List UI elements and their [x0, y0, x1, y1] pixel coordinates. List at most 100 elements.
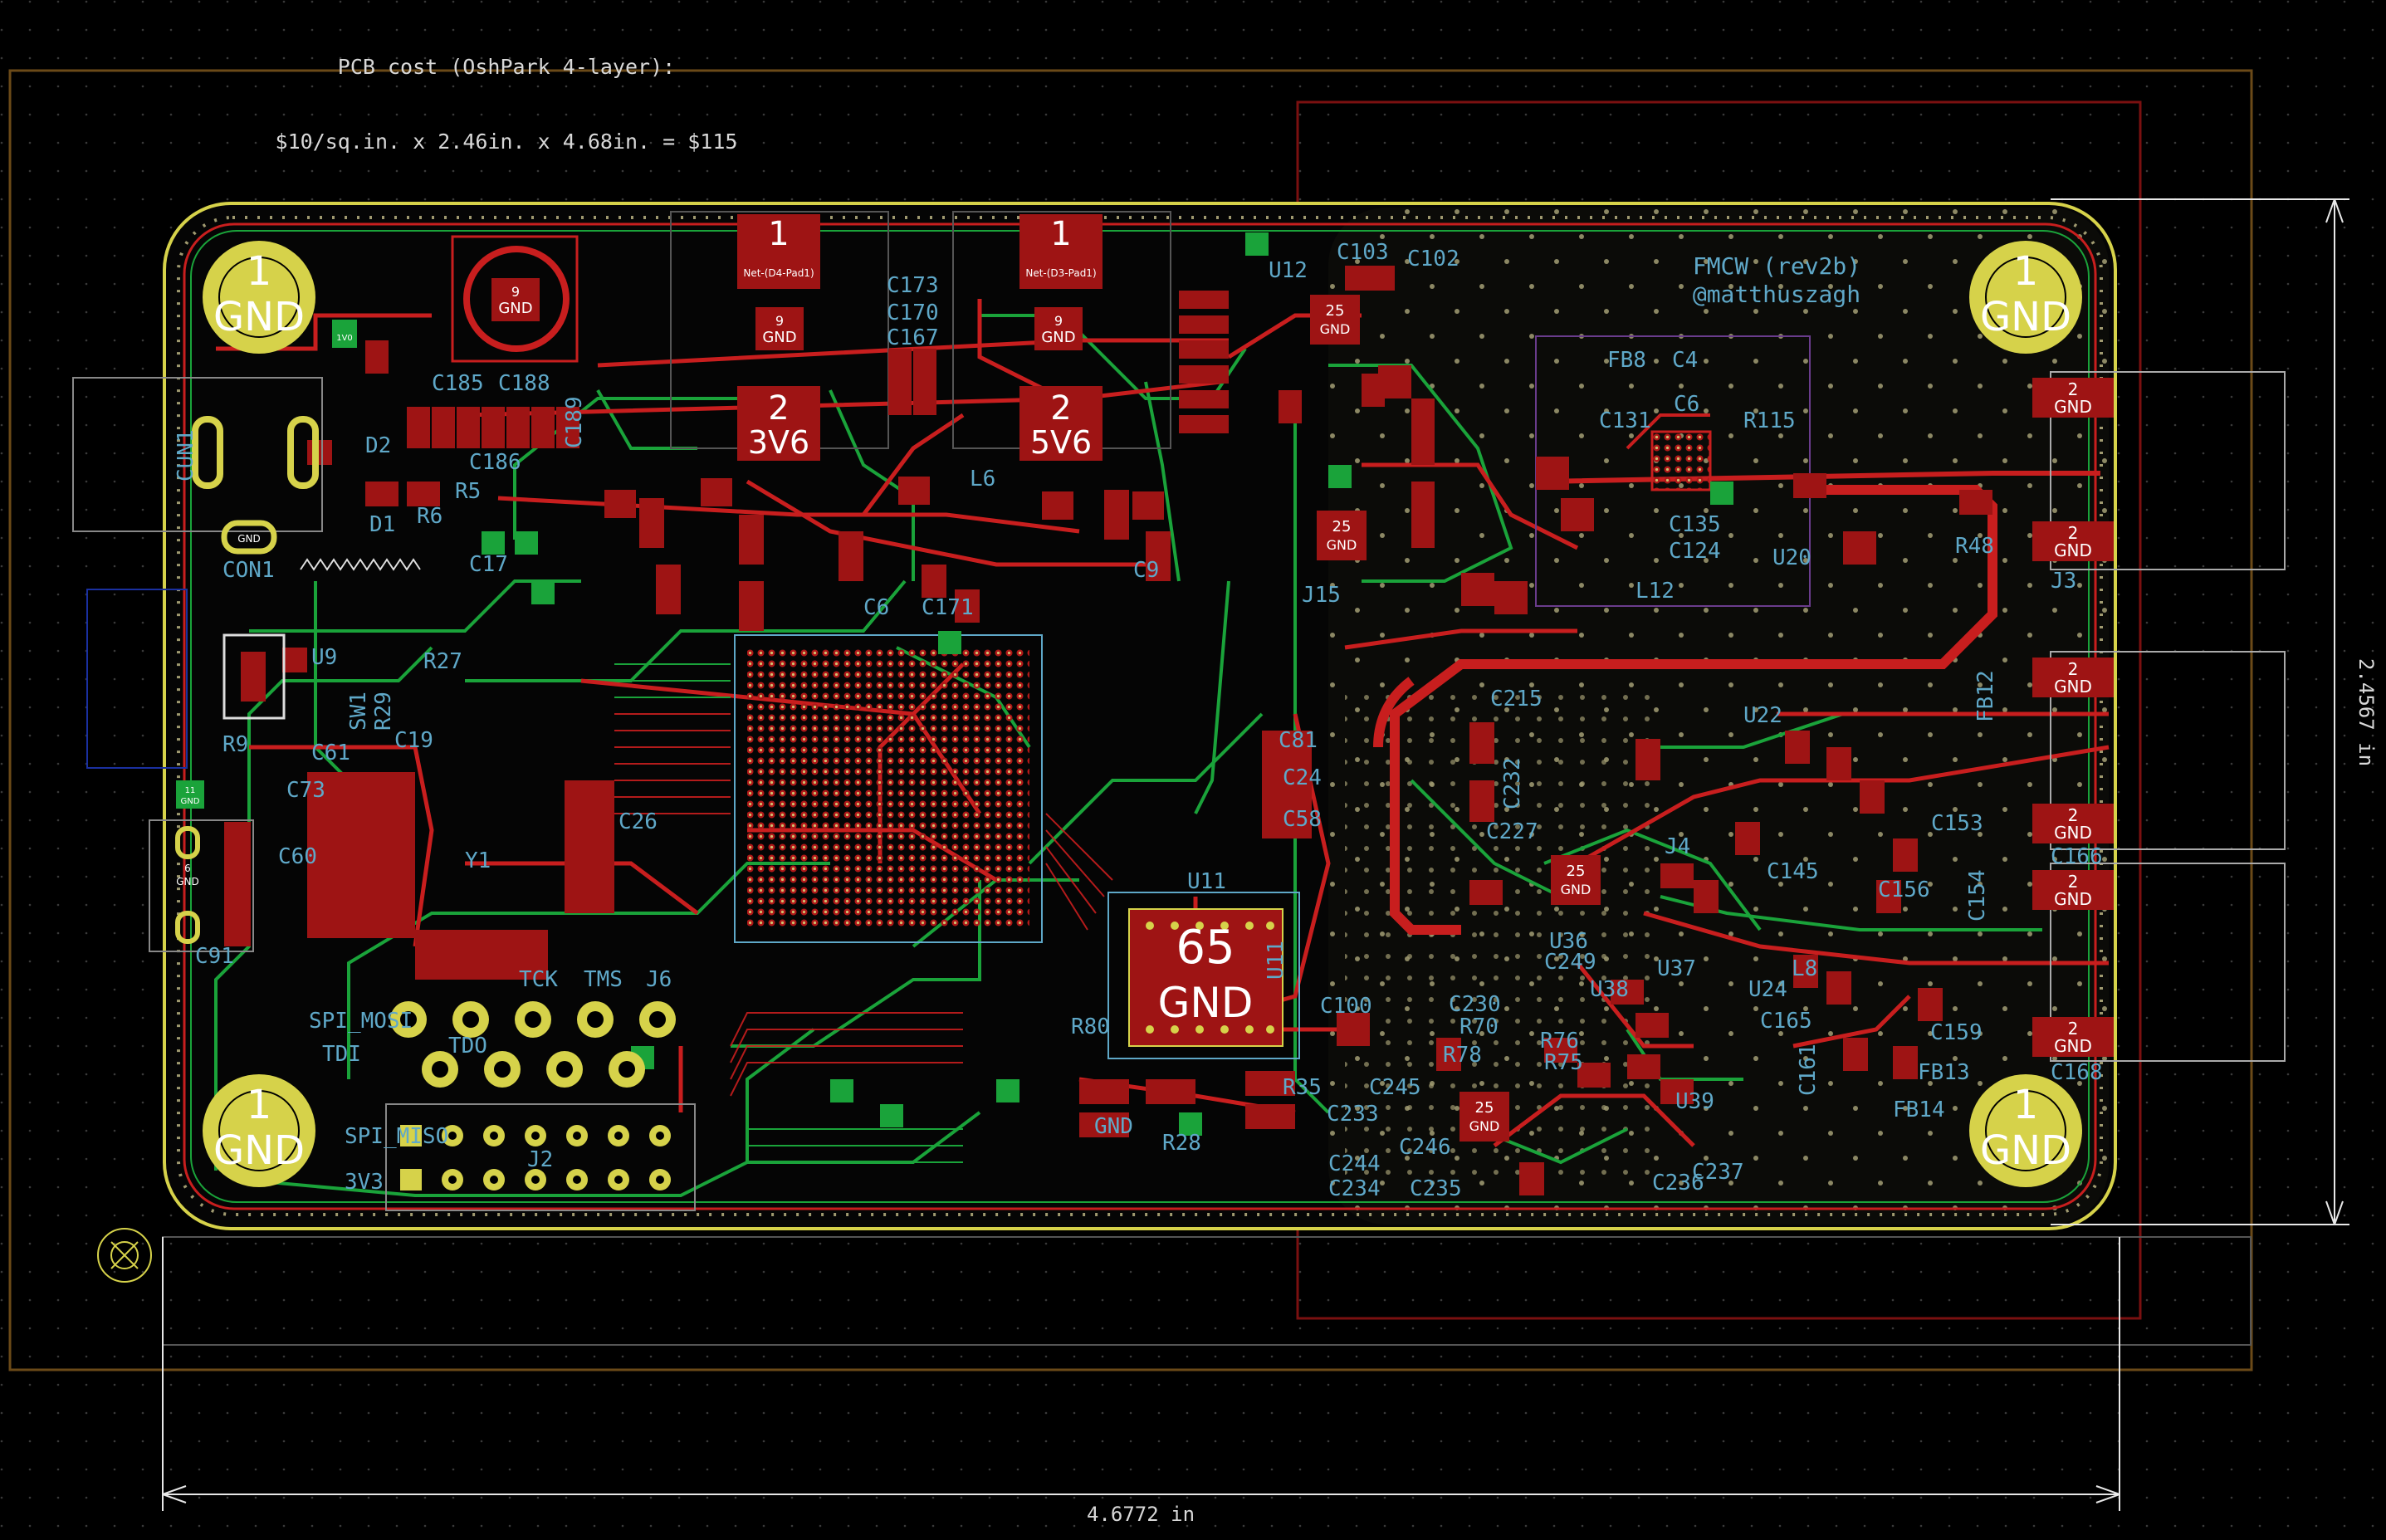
svg-text:GND: GND [2054, 677, 2092, 697]
reg1-in-pad-net: Net-(D4-Pad1) [743, 267, 814, 279]
svg-text:GND: GND [213, 1127, 305, 1174]
svg-text:U37: U37 [1657, 956, 1696, 981]
reg2-in-pad-net: Net-(D3-Pad1) [1025, 267, 1096, 279]
svg-text:R75: R75 [1544, 1050, 1583, 1075]
svg-text:C161: C161 [1796, 1044, 1821, 1096]
svg-text:C135: C135 [1669, 512, 1721, 537]
svg-text:GND: GND [1980, 294, 2071, 340]
svg-text:R78: R78 [1443, 1043, 1482, 1068]
svg-text:C167: C167 [887, 325, 939, 350]
svg-text:U12: U12 [1269, 258, 1308, 283]
svg-text:C26: C26 [619, 809, 658, 834]
dimension-width-label: 4.6772 in [1087, 1503, 1195, 1526]
svg-text:GND: GND [1327, 537, 1357, 553]
svg-text:R29: R29 [371, 692, 396, 731]
svg-text:9: 9 [775, 313, 784, 329]
svg-text:C186: C186 [469, 450, 521, 475]
svg-text:C154: C154 [1965, 869, 1990, 922]
svg-text:1: 1 [247, 248, 272, 295]
svg-text:U24: U24 [1748, 977, 1787, 1002]
svg-text:SPI_MOSI: SPI_MOSI [309, 1009, 413, 1034]
svg-text:L12: L12 [1635, 579, 1675, 604]
svg-text:CUN1: CUN1 [174, 429, 198, 482]
svg-text:TMS: TMS [584, 967, 623, 992]
svg-text:GND: GND [2054, 1036, 2092, 1056]
micro-usb-pin11: 11 [185, 786, 196, 795]
svg-text:J6: J6 [646, 967, 672, 992]
u11-ref: U11 [1187, 869, 1226, 894]
svg-text:C189: C189 [562, 396, 587, 448]
svg-text:D1: D1 [369, 512, 395, 537]
svg-text:C102: C102 [1407, 247, 1459, 271]
svg-text:C6: C6 [1674, 392, 1699, 417]
rf-chip [1650, 430, 1712, 491]
svg-text:R115: R115 [1743, 408, 1796, 433]
svg-text:R35: R35 [1283, 1075, 1322, 1100]
micro-usb-pads [224, 822, 251, 946]
svg-text:C6: C6 [863, 595, 889, 620]
svg-text:GND: GND [2054, 889, 2092, 909]
svg-text:C4: C4 [1672, 348, 1698, 373]
usb-pad-net: GND [237, 533, 261, 545]
svg-text:C244: C244 [1328, 1151, 1381, 1176]
svg-text:C245: C245 [1369, 1075, 1421, 1100]
svg-text:C156: C156 [1878, 878, 1930, 902]
svg-text:R48: R48 [1955, 534, 1994, 559]
svg-text:FB8: FB8 [1607, 348, 1646, 373]
svg-text:GND: GND [1561, 882, 1591, 897]
svg-text:J4: J4 [1665, 834, 1690, 859]
svg-text:R70: R70 [1459, 1014, 1499, 1039]
svg-text:TCK: TCK [519, 967, 558, 992]
svg-text:J3: J3 [2051, 569, 2076, 594]
svg-text:R80: R80 [1071, 1014, 1110, 1039]
svg-text:L8: L8 [1792, 956, 1817, 981]
svg-text:3V3: 3V3 [345, 1170, 384, 1195]
svg-text:C159: C159 [1930, 1020, 1983, 1045]
svg-text:C235: C235 [1410, 1176, 1462, 1201]
svg-text:GND: GND [1094, 1114, 1133, 1139]
svg-text:GND: GND [1320, 321, 1351, 337]
svg-text:C17: C17 [469, 552, 508, 577]
svg-text:C145: C145 [1767, 859, 1819, 884]
svg-text:C103: C103 [1337, 240, 1389, 265]
svg-text:GND: GND [1980, 1127, 2071, 1174]
pcb-layout-canvas: 65 GND U11 1 Net-(D4-Pad1) 2 3V6 1 Net-(… [0, 0, 2386, 1537]
svg-text:GND: GND [1041, 329, 1075, 346]
svg-text:1: 1 [2013, 248, 2039, 295]
svg-text:1: 1 [2013, 1082, 2039, 1128]
svg-text:SW1: SW1 [346, 692, 371, 731]
svg-text:R5: R5 [455, 479, 481, 504]
svg-text:U39: U39 [1675, 1089, 1714, 1114]
reg2-in-pad-number: 1 [1050, 215, 1071, 253]
svg-text:R28: R28 [1162, 1131, 1201, 1156]
svg-text:FB14: FB14 [1893, 1098, 1945, 1122]
svg-text:C246: C246 [1399, 1135, 1451, 1160]
svg-text:9: 9 [511, 284, 520, 300]
svg-text:U20: U20 [1772, 545, 1812, 570]
svg-text:C100: C100 [1320, 994, 1372, 1019]
reg2-out-pad-net: 5V6 [1030, 424, 1092, 461]
svg-text:C91: C91 [195, 944, 234, 969]
svg-text:TDO: TDO [448, 1034, 487, 1058]
svg-text:C215: C215 [1490, 687, 1543, 711]
u11-pad-number: 65 [1176, 921, 1235, 975]
svg-text:C165: C165 [1760, 1009, 1812, 1034]
micro-usb-net: GND [176, 876, 199, 887]
u11-pad-net: GND [1158, 979, 1254, 1027]
pcb-drawing: 65 GND U11 1 Net-(D4-Pad1) 2 3V6 1 Net-(… [0, 0, 2386, 1537]
svg-text:C153: C153 [1931, 811, 1983, 836]
svg-text:J15: J15 [1302, 583, 1341, 608]
micro-usb-pin6: 6 [184, 863, 191, 874]
svg-text:1: 1 [247, 1082, 272, 1128]
svg-text:C24: C24 [1283, 765, 1322, 790]
svg-text:C170: C170 [887, 301, 939, 325]
svg-text:C61: C61 [311, 741, 350, 765]
pcb-cost-line1: PCB cost (OshPark 4-layer): [337, 55, 676, 79]
svg-text:C232: C232 [1500, 757, 1525, 809]
svg-text:25: 25 [1567, 863, 1586, 880]
svg-text:C131: C131 [1599, 408, 1651, 433]
svg-text:FB12: FB12 [1973, 670, 1998, 722]
svg-text:C19: C19 [394, 728, 433, 753]
svg-text:FB13: FB13 [1918, 1060, 1970, 1085]
switch-sw1-pad [241, 652, 266, 702]
